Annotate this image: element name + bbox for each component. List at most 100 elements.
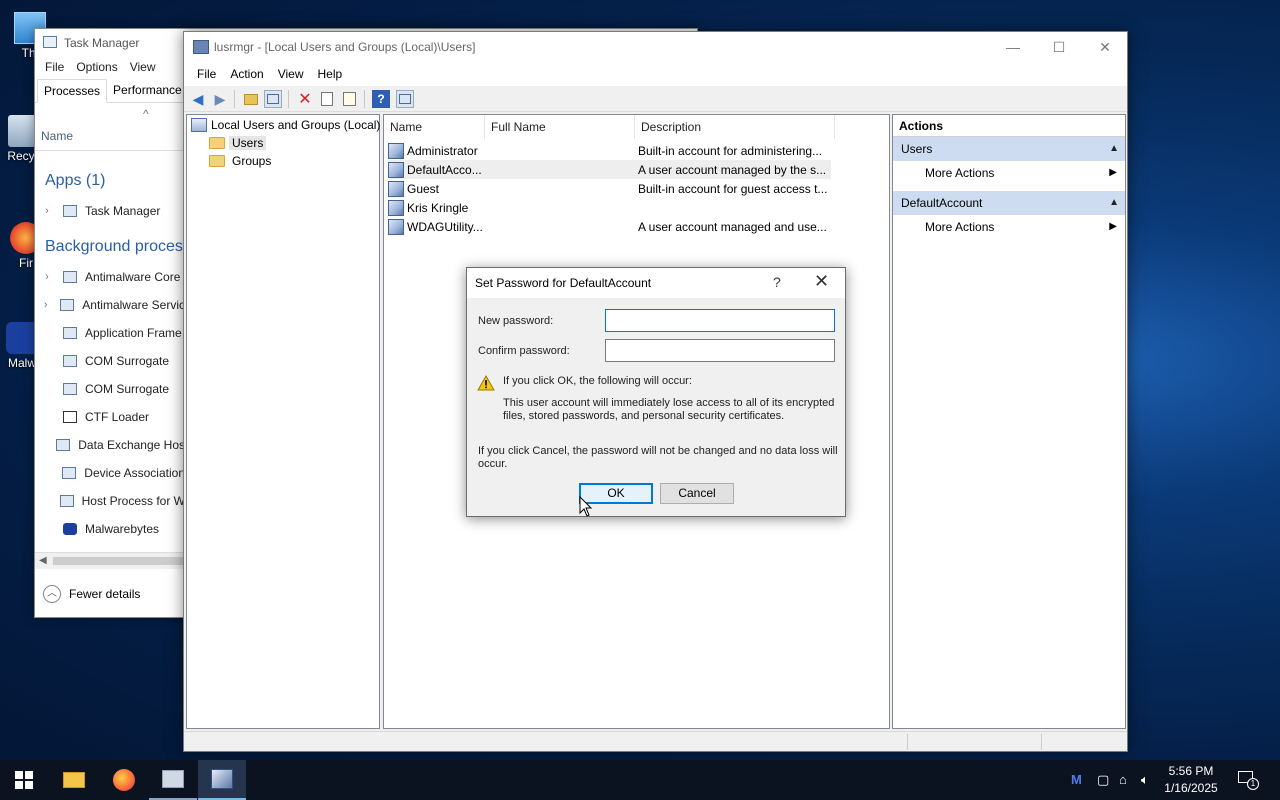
process-row[interactable]: Host Process for W [35,487,185,515]
cancel-button[interactable]: Cancel [660,483,734,504]
scroll-thumb[interactable] [53,557,183,565]
expand-icon[interactable]: › [35,205,59,217]
actions-section-defaultaccount[interactable]: DefaultAccount ▲ [893,191,1125,215]
taskbar-task-manager[interactable] [149,760,197,800]
help-icon[interactable]: ? [372,90,390,108]
forward-icon[interactable]: ▶ [211,90,229,108]
tree-node-label: Groups [232,154,272,168]
network-icon[interactable]: ⌂ [1119,772,1127,787]
tree-node-users[interactable]: Users [209,136,267,150]
process-name: Malwarebytes [85,522,160,536]
process-row[interactable]: Application Frame [35,319,185,347]
user-row-selected[interactable]: DefaultAcco... A user account managed by… [388,160,831,179]
help-button[interactable]: ? [773,274,781,290]
more-actions-users[interactable]: More Actions ▶ [893,161,1125,185]
menu-help[interactable]: Help [311,67,350,81]
console-tree: Local Users and Groups (Local) Users Gro… [186,114,380,729]
close-button[interactable]: ✕ [814,271,829,292]
computer-icon [191,118,207,132]
taskbar-firefox[interactable] [100,760,148,800]
close-button[interactable]: ✕ [1082,32,1128,62]
process-row[interactable]: CTF Loader [35,403,185,431]
back-icon[interactable]: ◀ [189,90,207,108]
expand-icon[interactable]: › [35,299,56,311]
process-row[interactable]: Device Association [35,459,185,487]
process-row[interactable]: › Task Manager [35,197,185,225]
tree-node-groups[interactable]: Groups [209,154,271,168]
section-title: Users [901,142,933,156]
process-name: Data Exchange Hos [78,438,185,452]
horizontal-scrollbar[interactable]: ◀ [35,552,185,569]
process-row[interactable]: › Antimalware Servic [35,291,185,319]
title-bar[interactable]: lusrmgr - [Local Users and Groups (Local… [184,32,1127,62]
warning-heading: If you click OK, the following will occu… [503,375,692,387]
tree-node-label: Local Users and Groups (Local) [211,118,381,132]
action-center-button[interactable]: 1 [1236,770,1259,790]
column-name[interactable]: Name [41,129,73,143]
tray-app-icon[interactable]: ▢ [1097,772,1109,788]
fewer-details-button[interactable]: ︿ Fewer details [43,585,140,603]
show-hide-action-pane-icon[interactable] [396,90,414,108]
menu-options[interactable]: Options [70,57,123,79]
collapse-icon[interactable]: ▲ [1109,137,1119,161]
dialog-title-bar[interactable]: Set Password for DefaultAccount ? ✕ [467,268,845,298]
user-row[interactable]: WDAGUtility... A user account managed an… [388,217,831,236]
menu-file[interactable]: File [39,57,70,79]
user-row[interactable]: Kris Kringle [388,198,831,217]
process-name: Application Frame [85,326,182,340]
column-header-description[interactable]: Description [635,115,835,139]
minimize-button[interactable]: — [990,32,1036,62]
new-password-label: New password: [478,315,554,327]
up-folder-icon[interactable] [242,90,260,108]
clock[interactable]: 5:56 PM 1/16/2025 [1160,763,1222,797]
show-hide-tree-icon[interactable] [264,90,282,108]
column-header-name[interactable]: Name [384,115,485,139]
taskbar-file-explorer[interactable] [50,760,98,800]
actions-section-users[interactable]: Users ▲ [893,137,1125,161]
warning-icon [477,375,495,391]
user-description: Built-in account for guest access t... [638,181,828,196]
tab-performance[interactable]: Performance [107,79,188,102]
new-password-input[interactable] [605,309,835,332]
process-row[interactable]: Data Exchange Hos [35,431,185,459]
user-icon [388,180,404,197]
cancel-note-line1: If you click Cancel, the password will n… [478,445,838,457]
file-explorer-icon [63,772,85,788]
user-icon [388,161,404,178]
expand-icon[interactable]: › [35,271,59,283]
user-name: DefaultAcco... [407,162,482,177]
toolbar-separator [288,90,289,108]
menu-file[interactable]: File [190,67,223,81]
menu-view[interactable]: View [124,57,162,79]
ctf-loader-icon [63,411,77,423]
process-icon [59,495,74,507]
tree-node-root[interactable]: Local Users and Groups (Local) [191,118,380,132]
more-actions-defaultaccount[interactable]: More Actions ▶ [893,215,1125,239]
export-list-icon[interactable] [340,90,358,108]
malwarebytes-tray-icon[interactable]: M [1071,772,1082,787]
user-row[interactable]: Administrator Built-in account for admin… [388,141,831,160]
start-button[interactable] [0,760,48,800]
taskbar-lusrmgr[interactable] [198,760,246,800]
process-row[interactable]: › Antimalware Core [35,263,185,291]
user-name: Administrator [407,143,478,158]
tab-processes[interactable]: Processes [37,79,108,103]
menu-action[interactable]: Action [223,67,270,81]
process-row[interactable]: COM Surrogate [35,347,185,375]
user-row[interactable]: Guest Built-in account for guest access … [388,179,831,198]
scroll-left-icon[interactable]: ◀ [39,555,47,566]
menu-view[interactable]: View [271,67,311,81]
process-row[interactable]: COM Surrogate [35,375,185,403]
column-header-full-name[interactable]: Full Name [485,115,635,139]
properties-icon[interactable] [318,90,336,108]
process-row[interactable]: Malwarebytes [35,515,185,543]
tree-node-label: Users [229,136,267,150]
maximize-button[interactable]: ☐ [1036,32,1082,62]
confirm-password-input[interactable] [605,339,835,362]
collapse-icon[interactable]: ▲ [1109,191,1119,215]
toolbar-separator [234,90,235,108]
process-name: Device Association [84,466,185,480]
submenu-arrow-icon: ▶ [1109,167,1117,178]
volume-icon[interactable]: 🔈︎ [1141,772,1149,788]
delete-icon[interactable]: ✕ [296,90,314,108]
